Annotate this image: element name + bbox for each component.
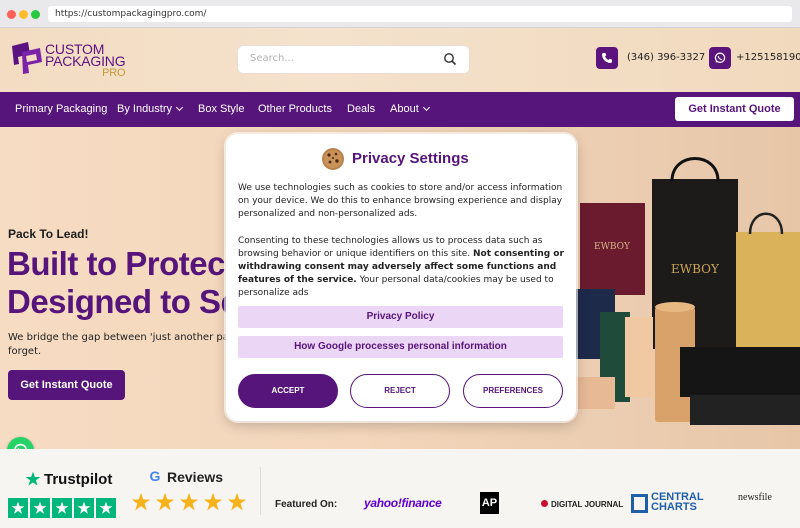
hero-desc-line-1: We bridge the gap between 'just another … — [8, 332, 262, 343]
star-icon — [155, 492, 175, 511]
whatsapp-number[interactable]: +12515819031 — [736, 52, 800, 63]
nav-item-other-products[interactable]: Other Products — [258, 103, 332, 115]
minimize-window-icon[interactable] — [19, 10, 28, 19]
trustpilot-logo[interactable]: Trustpilot — [44, 471, 112, 488]
box-brand-label: EWBOY — [671, 262, 720, 276]
reject-button[interactable]: REJECT — [350, 374, 450, 408]
trustpilot-rating — [8, 498, 116, 518]
search-bar[interactable]: Search... — [238, 46, 469, 73]
accept-button[interactable]: ACCEPT — [238, 374, 338, 408]
google-logo-icon: G — [150, 469, 161, 483]
phone-icon — [602, 53, 612, 63]
star-icon — [179, 492, 199, 511]
star-icon — [203, 492, 223, 511]
trustpilot-star-icon — [25, 471, 41, 486]
hero-quote-button[interactable]: Get Instant Quote — [8, 370, 125, 400]
hero-headline-2: Designed to Se — [7, 283, 239, 320]
nav-item-primary-packaging[interactable]: Primary Packaging — [15, 103, 107, 115]
nav-label: Primary Packaging — [15, 103, 108, 115]
nav-item-about[interactable]: About — [390, 103, 430, 115]
whatsapp-button[interactable] — [709, 47, 731, 69]
main-nav: Primary Packaging By Industry Box Style … — [0, 92, 800, 127]
newsfile-logo[interactable]: newsfile — [738, 492, 772, 503]
whatsapp-icon — [714, 52, 726, 64]
trustpilot-star-icon — [30, 498, 50, 518]
central-charts-line-2: CHARTS — [651, 501, 697, 513]
get-instant-quote-button[interactable]: Get Instant Quote — [675, 97, 794, 121]
phone-number[interactable]: (346) 396-3327 — [627, 52, 705, 63]
google-logo-letter: G — [150, 469, 161, 483]
chevron-down-icon — [175, 103, 184, 112]
nav-label: Other Products — [258, 103, 332, 115]
trustpilot-star-icon — [8, 498, 28, 518]
nav-label: Box Style — [198, 103, 245, 115]
reviews-bar: Trustpilot G Reviews Featured On: yahoo!… — [0, 449, 800, 528]
star-icon — [131, 492, 151, 511]
nav-item-by-industry[interactable]: By Industry — [117, 103, 184, 115]
central-charts-icon — [631, 494, 648, 513]
trustpilot-star-icon — [74, 498, 94, 518]
preferences-button[interactable]: PREFERENCES — [463, 374, 563, 408]
hero-headline-1: Built to Protec — [7, 245, 226, 282]
google-reviews-label[interactable]: Reviews — [167, 469, 223, 485]
privacy-dialog-title: Privacy Settings — [352, 150, 469, 167]
trustpilot-star-icon — [52, 498, 72, 518]
digital-journal-logo[interactable]: DIGITAL JOURNAL — [541, 500, 623, 509]
star-icon — [227, 492, 247, 511]
divider — [260, 467, 261, 515]
trustpilot-star-icon — [96, 498, 116, 518]
yahoo-finance-logo[interactable]: yahoo!finance — [364, 496, 442, 510]
nav-label: About — [390, 103, 419, 115]
search-icon[interactable] — [443, 52, 457, 66]
nav-item-box-style[interactable]: Box Style — [198, 103, 244, 115]
hero-tagline: Pack To Lead! — [8, 227, 89, 241]
privacy-intro-text: We use technologies such as cookies to s… — [238, 183, 563, 219]
packaging-boxes-image: EWBOY EWBOY — [560, 157, 800, 425]
box-brand-label: EWBOY — [594, 242, 631, 252]
search-input[interactable]: Search... — [250, 53, 294, 64]
chevron-down-icon — [422, 103, 430, 112]
maximize-window-icon[interactable] — [31, 10, 40, 19]
featured-on-label: Featured On: — [275, 499, 338, 510]
nav-item-deals[interactable]: Deals — [347, 103, 375, 115]
central-charts-logo[interactable]: CENTRAL CHARTS — [651, 492, 704, 513]
nav-label: Deals — [347, 103, 376, 115]
logo-wordmark[interactable]: CUSTOM PACKAGING PRO — [45, 42, 126, 79]
nav-label: By Industry — [117, 103, 173, 115]
hero-desc-line-2: forget. — [8, 346, 42, 357]
privacy-consent-text: Consenting to these technologies allows … — [238, 235, 564, 300]
logo-icon[interactable] — [8, 40, 44, 76]
browser-chrome: https://custompackagingpro.com/ — [0, 0, 800, 28]
phone-button[interactable] — [596, 47, 618, 69]
site-header: CUSTOM PACKAGING PRO Search... (346) 396… — [0, 28, 800, 92]
close-window-icon[interactable] — [7, 10, 16, 19]
privacy-policy-link[interactable]: Privacy Policy — [238, 306, 563, 328]
google-rating — [131, 492, 247, 512]
cookie-icon — [322, 148, 344, 170]
ap-logo[interactable]: AP — [480, 492, 499, 514]
address-bar[interactable]: https://custompackagingpro.com/ — [48, 6, 792, 22]
google-privacy-link[interactable]: How Google processes personal informatio… — [238, 336, 563, 358]
privacy-settings-dialog: Privacy Settings We use technologies suc… — [226, 134, 576, 421]
